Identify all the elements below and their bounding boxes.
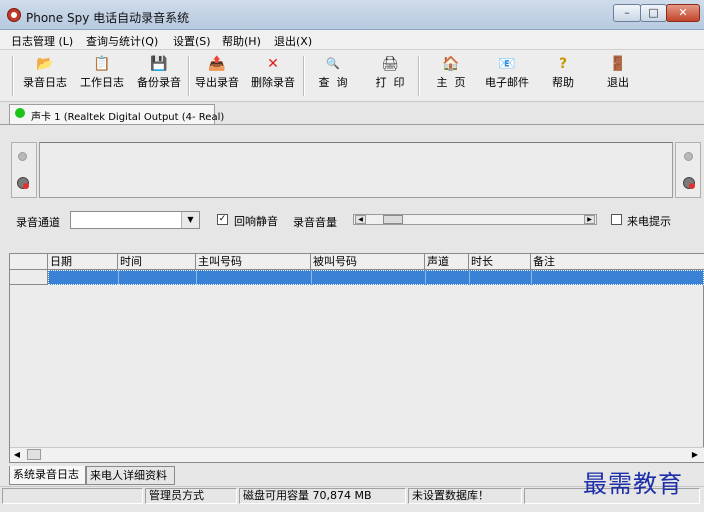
right-channel-panel (675, 142, 701, 198)
menu-settings[interactable]: 设置(S) (173, 33, 211, 49)
recording-channel-label: 录音通道 (16, 216, 60, 229)
folder-open-icon: 📂 (36, 56, 54, 72)
clipboard-icon: 📋 (93, 56, 111, 72)
scrollbar-thumb[interactable] (27, 449, 41, 460)
column-header-time[interactable]: 时间 (118, 254, 196, 270)
home-icon: 🏠 (442, 56, 460, 72)
print-button[interactable]: 🖨 打 印 (366, 54, 414, 98)
echo-mute-checkbox[interactable]: ✓ (217, 214, 228, 225)
homepage-button[interactable]: 🏠 主 页 (427, 54, 475, 98)
help-label: 帮助 (552, 76, 574, 89)
status-panel-empty (2, 488, 143, 504)
close-button[interactable]: ✕ (666, 4, 700, 22)
column-header-callee[interactable]: 被叫号码 (311, 254, 425, 270)
backup-recording-label: 备份录音 (137, 76, 181, 89)
app-logo-icon (7, 8, 21, 22)
status-green-dot-icon (15, 108, 25, 118)
cell-divider (311, 270, 312, 285)
export-recording-label: 导出录音 (195, 76, 239, 89)
row-indicator[interactable] (10, 270, 48, 285)
tab-caller-details[interactable]: 来电人详细资料 (86, 466, 175, 485)
email-label: 电子邮件 (485, 76, 529, 89)
email-icon: 📧 (498, 56, 516, 72)
column-header-caller[interactable]: 主叫号码 (196, 254, 311, 270)
sound-card-tab-label: 声卡 1 (Realtek Digital Output (4- Real) (31, 112, 225, 123)
volume-right-arrow-icon[interactable]: ▶ (584, 215, 595, 224)
minimize-button[interactable]: – (613, 4, 641, 22)
column-header-date[interactable]: 日期 (48, 254, 118, 270)
waveform-display (39, 142, 673, 198)
delete-recording-label: 删除录音 (251, 76, 295, 89)
help-question-icon: ? (558, 56, 568, 72)
status-mode: 管理员方式 (145, 488, 237, 504)
toolbar-separator (303, 56, 305, 96)
volume-left-arrow-icon[interactable]: ◀ (355, 215, 366, 224)
recording-volume-label: 录音音量 (293, 216, 337, 229)
cell-divider (425, 270, 426, 285)
column-header-channel[interactable]: 声道 (425, 254, 469, 270)
work-log-label: 工作日志 (80, 76, 124, 89)
scroll-right-arrow-icon[interactable]: ▶ (688, 448, 702, 462)
scroll-left-arrow-icon[interactable]: ◀ (10, 448, 24, 462)
status-disk-space: 磁盘可用容量 70,874 MB (239, 488, 406, 504)
magnifier-icon: 🔍 (326, 57, 340, 70)
row-indicator-header (10, 254, 48, 270)
left-record-mic-icon[interactable] (17, 177, 29, 189)
tab-divider (0, 124, 704, 125)
right-record-mic-icon[interactable] (683, 177, 695, 189)
window-title: Phone Spy 电话自动录音系统 (26, 11, 190, 25)
toolbar-separator (418, 56, 420, 96)
left-channel-panel (11, 142, 37, 198)
horizontal-scrollbar[interactable] (10, 447, 704, 462)
cell-divider (531, 270, 532, 285)
menu-log-management[interactable]: 日志管理 (L) (11, 33, 73, 49)
cell-divider (469, 270, 470, 285)
maximize-button[interactable]: □ (640, 4, 667, 22)
homepage-label: 主 页 (436, 76, 466, 89)
save-disk-icon: 💾 (150, 56, 168, 72)
delete-x-icon: ✕ (267, 56, 279, 72)
status-database: 未设置数据库！ (408, 488, 522, 504)
tab-system-recording-log[interactable]: 系统录音日志 (9, 466, 86, 485)
exit-door-icon: 🚪 (609, 56, 627, 72)
backup-recording-button[interactable]: 💾 备份录音 (133, 54, 185, 98)
incoming-alert-label: 来电提示 (627, 215, 671, 228)
toolbar-grip (12, 56, 14, 96)
right-level-led-icon (684, 152, 693, 161)
work-log-button[interactable]: 📋 工作日志 (76, 54, 128, 98)
export-icon: 📤 (208, 56, 226, 72)
exit-button[interactable]: 🚪 退出 (599, 54, 637, 98)
column-header-notes[interactable]: 备注 (531, 254, 704, 270)
incoming-alert-checkbox[interactable] (611, 214, 622, 225)
help-button[interactable]: ? 帮助 (544, 54, 582, 98)
exit-label: 退出 (607, 76, 629, 89)
query-label: 查 询 (318, 76, 348, 89)
table-row[interactable] (48, 270, 704, 285)
echo-mute-label: 回响静音 (234, 215, 278, 228)
cell-divider (196, 270, 197, 285)
query-button[interactable]: 🔍 查 询 (309, 54, 357, 98)
menu-exit[interactable]: 退出(X) (274, 33, 312, 49)
delete-recording-button[interactable]: ✕ 删除录音 (247, 54, 299, 98)
printer-icon: 🖨 (381, 56, 399, 72)
menu-help[interactable]: 帮助(H) (222, 33, 261, 49)
print-label: 打 印 (375, 76, 405, 89)
toolbar-separator (188, 56, 190, 96)
email-button[interactable]: 📧 电子邮件 (480, 54, 534, 98)
recording-log-label: 录音日志 (23, 76, 67, 89)
chevron-down-icon[interactable]: ▼ (181, 212, 199, 228)
watermark-text: 最需教育 (583, 470, 683, 498)
menu-query-stats[interactable]: 查询与统计(Q) (86, 33, 158, 49)
export-recording-button[interactable]: 📤 导出录音 (191, 54, 243, 98)
cell-divider (118, 270, 119, 285)
column-header-duration[interactable]: 时长 (469, 254, 531, 270)
left-level-led-icon (18, 152, 27, 161)
recording-log-button[interactable]: 📂 录音日志 (19, 54, 71, 98)
volume-slider-thumb[interactable] (383, 215, 403, 224)
